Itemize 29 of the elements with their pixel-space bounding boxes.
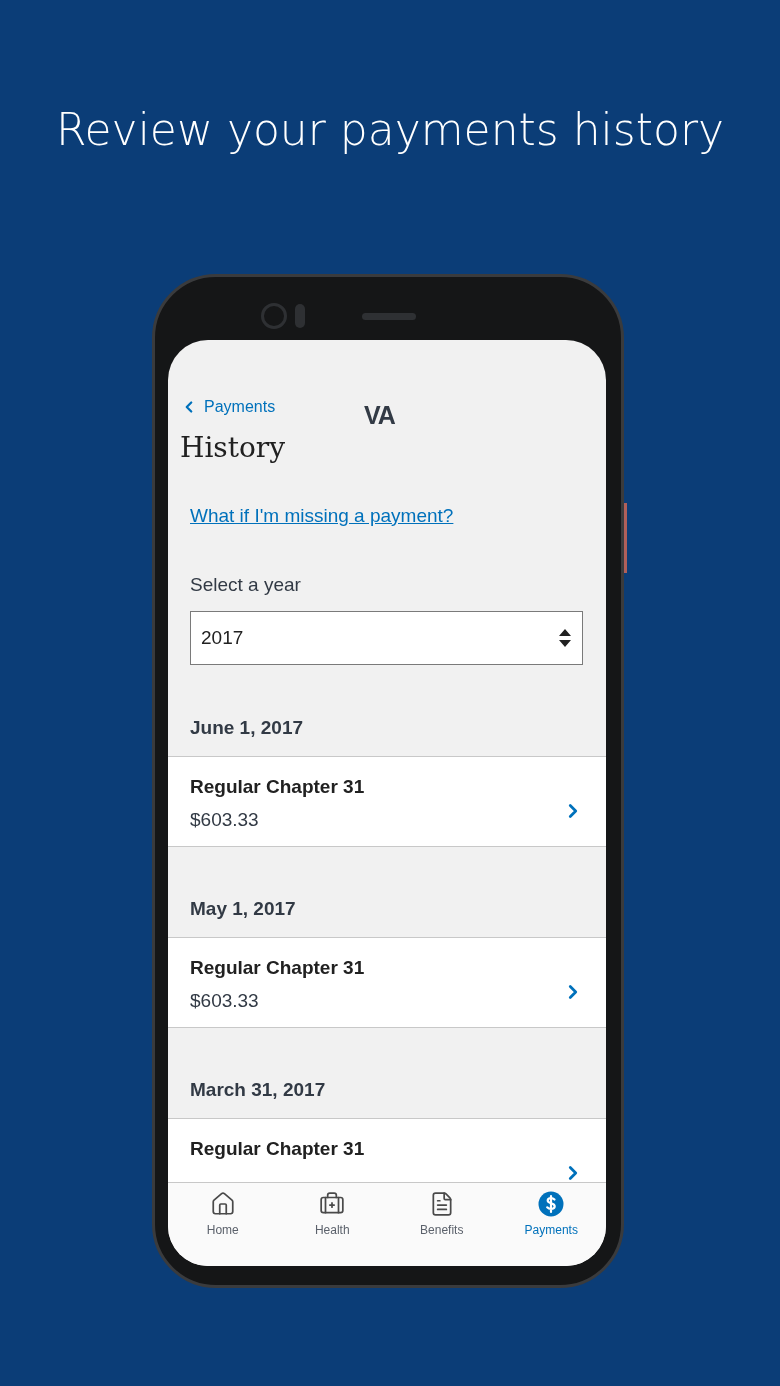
payment-row[interactable]: Regular Chapter 31 $603.33: [168, 937, 606, 1028]
payment-amount: $603.33: [190, 808, 260, 832]
home-icon: [209, 1191, 236, 1217]
payment-title: Regular Chapter 31: [190, 956, 365, 980]
date-heading: June 1, 2017: [189, 716, 305, 740]
field-label: Select a year: [189, 573, 302, 597]
headline: Review your payments history: [54, 103, 726, 157]
speaker-grille: [362, 313, 416, 320]
tab[interactable]: Home: [168, 1191, 278, 1237]
year-select[interactable]: 2017: [190, 611, 583, 665]
va-logo: VA: [364, 400, 395, 430]
payment-row[interactable]: Regular Chapter 31: [168, 1118, 606, 1182]
payment-row[interactable]: Regular Chapter 31 $603.33: [168, 756, 606, 847]
tab[interactable]: Health: [277, 1191, 387, 1237]
tab[interactable]: Payments: [496, 1191, 606, 1237]
page-title: History: [179, 430, 287, 466]
payment-title: Regular Chapter 31: [190, 775, 365, 799]
date-heading: March 31, 2017: [189, 1078, 327, 1102]
payment-title: Regular Chapter 31: [190, 1137, 365, 1161]
camera-icon: [261, 303, 287, 329]
back-link[interactable]: Payments: [180, 395, 276, 419]
dollar-icon: [538, 1191, 565, 1217]
payment-amount: $603.33: [190, 989, 260, 1013]
up-down-caret-icon: [558, 628, 572, 648]
tab[interactable]: Benefits: [387, 1191, 497, 1237]
help-link[interactable]: What if I'm missing a payment?: [190, 505, 454, 526]
date-heading: May 1, 2017: [189, 897, 297, 921]
sensor-icon: [295, 304, 305, 328]
medical-kit-icon: [319, 1191, 346, 1217]
